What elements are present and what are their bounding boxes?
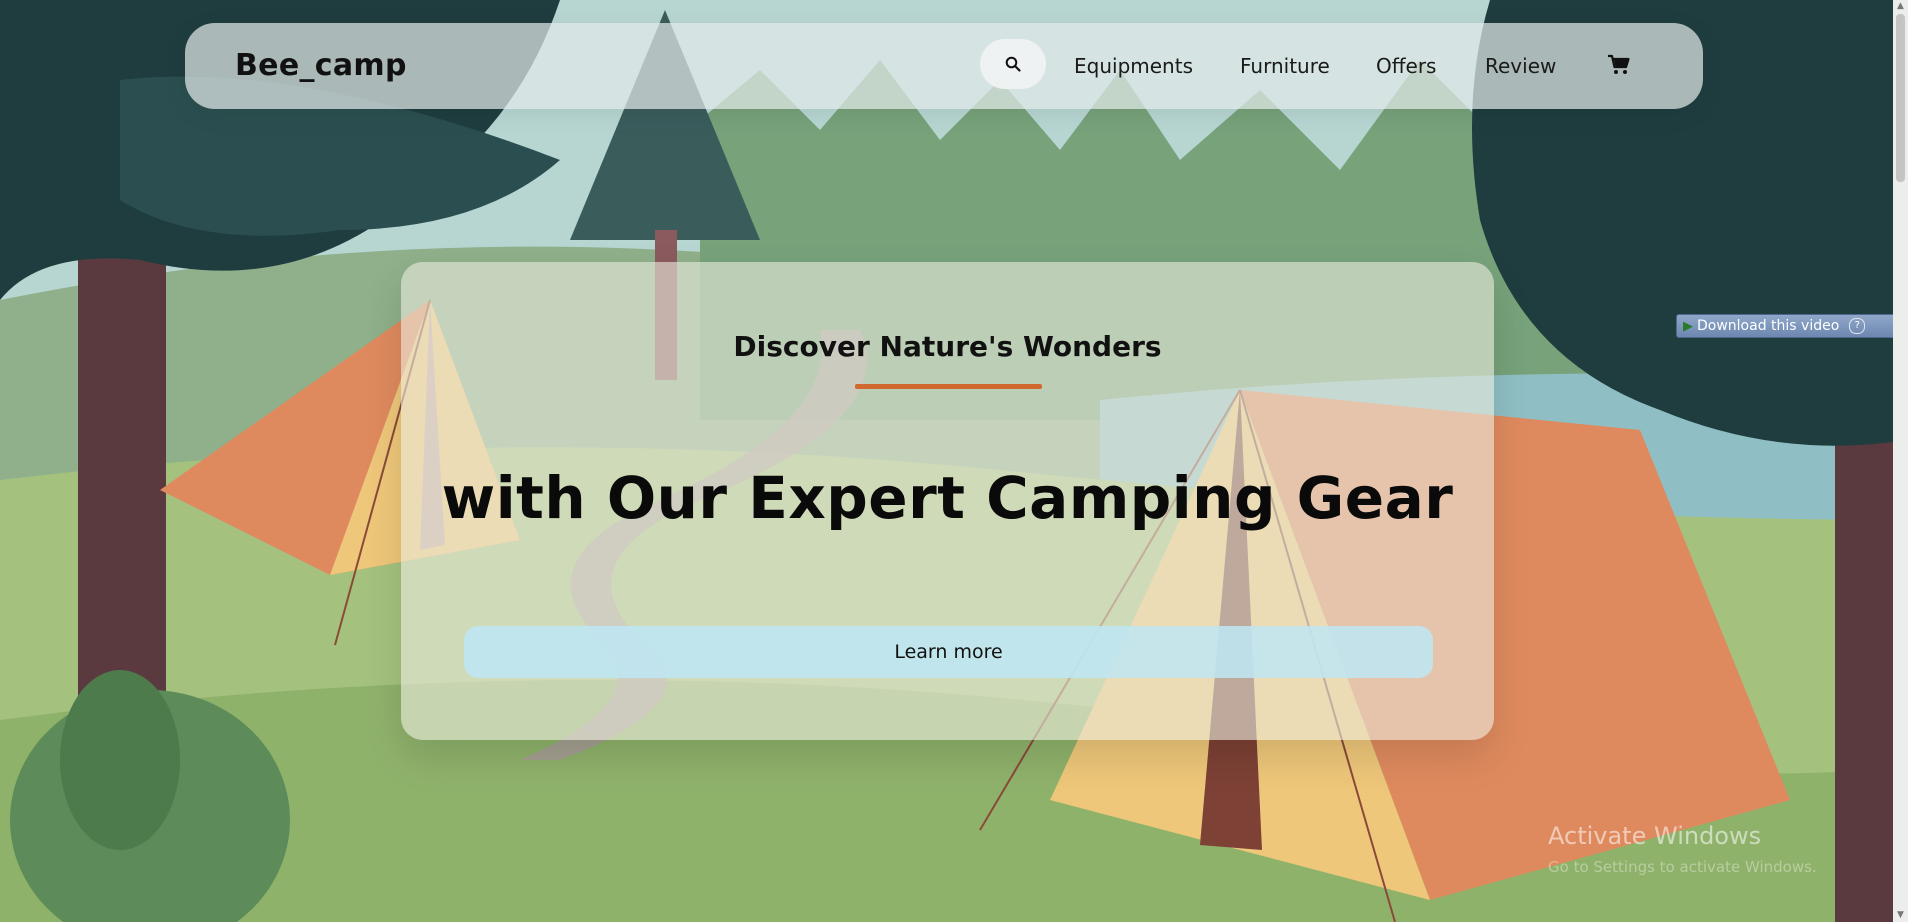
help-icon[interactable]: ?	[1849, 318, 1866, 334]
nav-link-offers[interactable]: Offers	[1376, 23, 1436, 109]
scroll-thumb[interactable]	[1896, 14, 1905, 182]
subtitle-underline	[855, 384, 1042, 389]
cart-icon	[1608, 54, 1630, 74]
scroll-down-icon[interactable]: ▼	[1895, 910, 1906, 921]
search-button[interactable]	[980, 39, 1046, 89]
nav-link-equipments[interactable]: Equipments	[1074, 23, 1193, 109]
learn-more-button[interactable]: Learn more	[464, 626, 1433, 678]
download-video-button[interactable]: ▶ Download this video ?	[1676, 314, 1908, 338]
brand-logo[interactable]: Bee_camp	[235, 23, 407, 109]
top-navbar: Bee_camp Equipments Furniture Offers Rev…	[185, 23, 1703, 109]
scroll-up-icon[interactable]: ▲	[1895, 1, 1906, 12]
nav-link-review[interactable]: Review	[1485, 23, 1556, 109]
hero-card: Discover Nature's Wonders with Our Exper…	[401, 262, 1494, 740]
hero-headline: with Our Expert Camping Gear	[441, 464, 1454, 532]
download-video-label: Download this video	[1697, 318, 1840, 334]
activate-windows-title: Activate Windows	[1548, 822, 1762, 850]
activate-windows-subtitle: Go to Settings to activate Windows.	[1548, 858, 1817, 876]
nav-link-furniture[interactable]: Furniture	[1240, 23, 1330, 109]
hero-subtitle: Discover Nature's Wonders	[733, 330, 1162, 363]
play-icon: ▶	[1683, 318, 1693, 334]
cart-button[interactable]	[1607, 53, 1633, 79]
page-scrollbar[interactable]: ▲ ▼	[1893, 0, 1908, 922]
search-icon	[1005, 56, 1021, 72]
